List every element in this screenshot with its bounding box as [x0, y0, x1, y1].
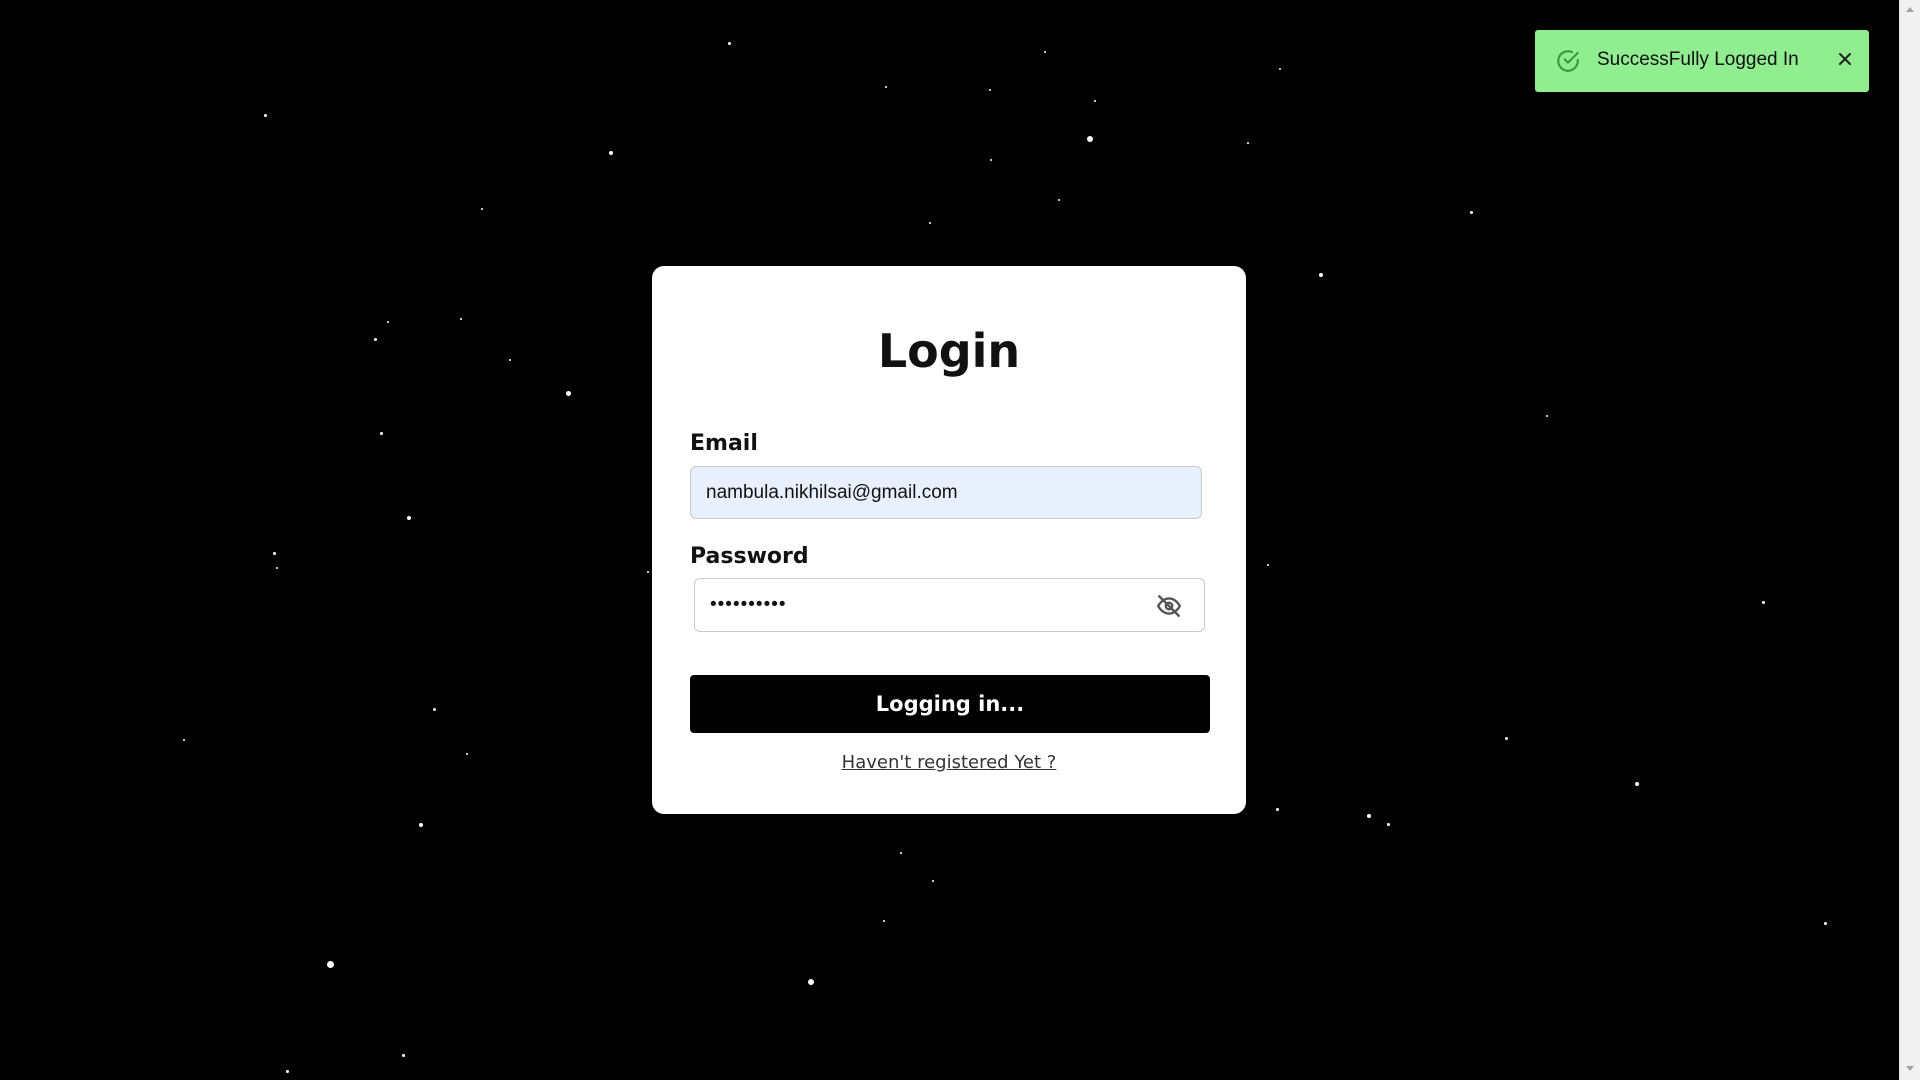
eye-off-icon[interactable] [1156, 593, 1182, 619]
star [900, 852, 902, 854]
star [1386, 822, 1390, 826]
password-label: Password [690, 544, 809, 569]
login-card: Login Email Password Logging in... Haven… [652, 266, 1246, 814]
star [1044, 51, 1046, 53]
star [387, 321, 389, 323]
star [509, 359, 511, 361]
star [263, 113, 267, 117]
scroll-down-arrow-icon[interactable] [1906, 1066, 1914, 1071]
star [481, 208, 483, 210]
star [401, 1053, 405, 1057]
star [326, 960, 334, 968]
star [727, 41, 731, 45]
star [272, 551, 276, 555]
star [883, 920, 885, 922]
register-link[interactable]: Haven't registered Yet ? [652, 752, 1246, 773]
star [609, 151, 613, 155]
star [808, 979, 814, 985]
page: Login Email Password Logging in... Haven… [0, 0, 1920, 1080]
star [990, 159, 992, 161]
star [1367, 814, 1371, 818]
star [1279, 68, 1281, 70]
star [1058, 199, 1060, 201]
star [407, 516, 411, 520]
star [1267, 564, 1269, 566]
check-circle-icon [1555, 48, 1581, 74]
star [183, 739, 185, 741]
star [1087, 136, 1093, 142]
star [932, 880, 934, 882]
scrollbar[interactable] [1899, 0, 1920, 1080]
star [1504, 736, 1508, 740]
scroll-up-arrow-icon[interactable] [1906, 7, 1914, 12]
star [885, 86, 887, 88]
star [1275, 807, 1279, 811]
star [1635, 782, 1639, 786]
star [466, 753, 468, 755]
star [373, 337, 377, 341]
star [647, 571, 649, 573]
star [565, 390, 571, 396]
star [989, 89, 991, 91]
star [1761, 600, 1765, 604]
close-icon[interactable] [1833, 47, 1857, 71]
page-title: Login [877, 324, 1021, 378]
star [1823, 921, 1827, 925]
star [1247, 142, 1249, 144]
star [1319, 273, 1323, 277]
star [1546, 415, 1548, 417]
star [1094, 100, 1096, 102]
star [379, 431, 383, 435]
success-toast: SuccessFully Logged In [1535, 30, 1869, 92]
star [1469, 210, 1473, 214]
star [276, 567, 278, 569]
star [285, 1069, 289, 1073]
email-label: Email [690, 431, 758, 456]
star [432, 707, 436, 711]
star [460, 318, 462, 320]
login-button[interactable]: Logging in... [690, 675, 1210, 733]
password-field[interactable] [694, 578, 1205, 632]
star [929, 222, 931, 224]
toast-message: SuccessFully Logged In [1597, 49, 1799, 70]
star [419, 823, 423, 827]
email-field[interactable] [690, 466, 1202, 519]
